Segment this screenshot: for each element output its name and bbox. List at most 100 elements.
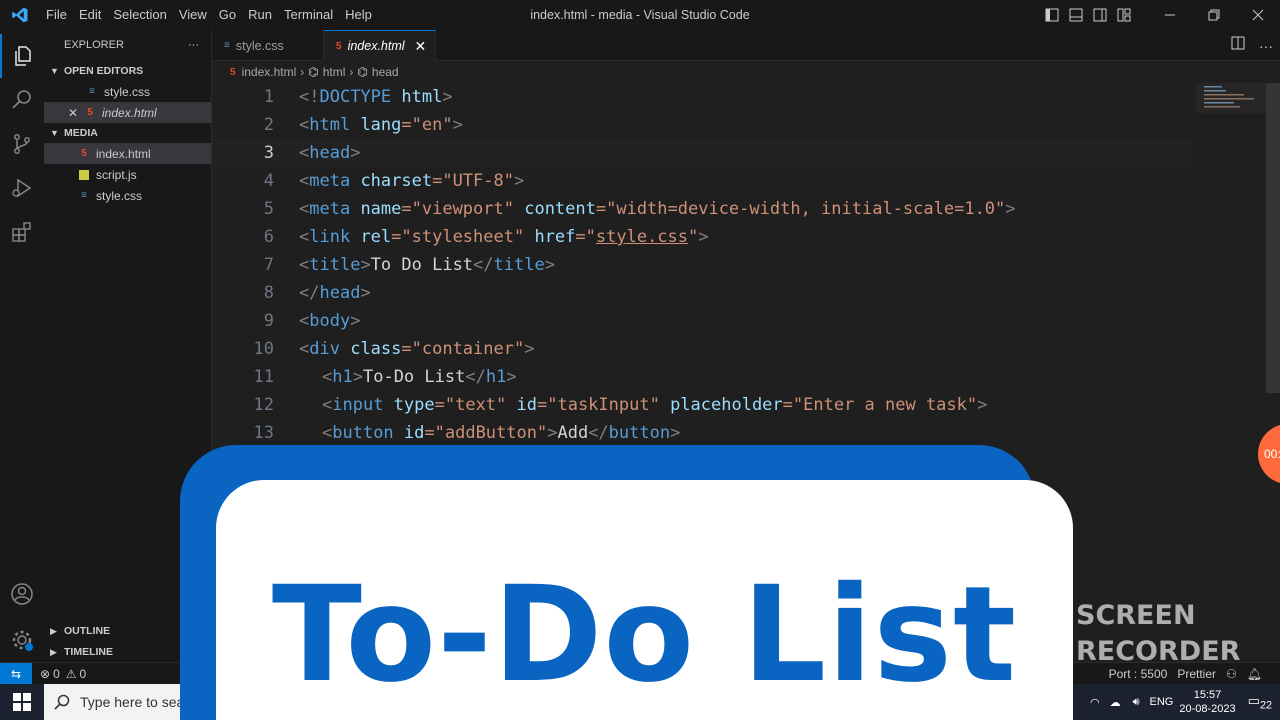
windows-start-icon[interactable] xyxy=(0,684,44,720)
line-number: 11 xyxy=(253,367,274,387)
close-editor-icon[interactable]: ✕ xyxy=(68,106,82,120)
menu-go[interactable]: Go xyxy=(213,0,242,30)
menu-edit[interactable]: Edit xyxy=(73,0,107,30)
menu-run[interactable]: Run xyxy=(242,0,278,30)
more-editor-actions-icon[interactable]: ··· xyxy=(1252,38,1280,54)
breadcrumb-file[interactable]: index.html xyxy=(242,65,297,79)
clock-date: 20-08-2023 xyxy=(1179,703,1236,715)
file-item-style-css[interactable]: ≡ style.css xyxy=(44,185,211,206)
line-content: <meta name="viewport" content="width=dev… xyxy=(299,199,1016,219)
warnings-icon[interactable]: ⚠ xyxy=(66,667,77,681)
folder-label: MEDIA xyxy=(64,127,98,139)
open-editor-label: style.css xyxy=(104,84,151,99)
warning-count[interactable]: 0 xyxy=(80,667,87,681)
screen-recorder-watermark: SCREEN RECORDER xyxy=(1076,598,1240,670)
stylesheet-link[interactable]: style.css xyxy=(596,227,688,247)
line-content: <!DOCTYPE html> xyxy=(299,87,453,107)
chevron-down-icon: ▼ xyxy=(50,66,59,76)
vertical-scrollbar[interactable] xyxy=(1266,83,1280,393)
outline-section[interactable]: ▶ OUTLINE xyxy=(44,621,110,641)
line-content: <button id="addButton">Add</button> xyxy=(322,423,681,443)
line-number: 1 xyxy=(263,87,274,107)
explorer-title: EXPLORER xyxy=(64,39,124,51)
line-number: 9 xyxy=(263,311,274,331)
split-editor-icon[interactable] xyxy=(1224,36,1252,55)
open-editors-label: OPEN EDITORS xyxy=(64,65,144,77)
file-item-index-html[interactable]: 5 index.html xyxy=(44,143,211,164)
source-control-icon[interactable] xyxy=(0,122,44,166)
explorer-header: EXPLORER ··· xyxy=(44,30,211,60)
editor-actions: ··· xyxy=(1224,30,1280,61)
restore-icon[interactable] xyxy=(1192,0,1236,30)
run-debug-icon[interactable] xyxy=(0,166,44,210)
tab-style-css[interactable]: ≡ style.css xyxy=(212,30,324,61)
minimap[interactable] xyxy=(1196,83,1266,123)
chevron-right-icon: › xyxy=(300,65,305,79)
toggle-primary-sidebar-icon[interactable] xyxy=(1040,0,1064,30)
breadcrumb-html[interactable]: html xyxy=(323,65,346,79)
error-count[interactable]: 0 xyxy=(53,667,60,681)
open-editor-item-style-css[interactable]: ≡ style.css xyxy=(44,81,211,102)
search-icon[interactable] xyxy=(0,78,44,122)
wifi-icon[interactable]: ◠ xyxy=(1090,696,1100,709)
toggle-secondary-sidebar-icon[interactable] xyxy=(1088,0,1112,30)
clock-time: 15:57 xyxy=(1193,689,1222,701)
toggle-panel-icon[interactable] xyxy=(1064,0,1088,30)
code-line: 13 <button id="addButton">Add</button> xyxy=(212,419,1192,447)
close-tab-icon[interactable]: ✕ xyxy=(415,38,427,55)
css-file-icon: ≡ xyxy=(224,40,230,51)
chevron-down-icon: ▼ xyxy=(50,128,59,138)
menu-view[interactable]: View xyxy=(173,0,213,30)
open-editor-item-index-html[interactable]: ✕ 5 index.html xyxy=(44,102,211,123)
volume-icon[interactable]: 🔊︎ xyxy=(1133,696,1140,709)
tab-label: index.html xyxy=(347,39,405,53)
element-symbol-icon: ⌬ xyxy=(357,65,368,79)
close-window-icon[interactable] xyxy=(1236,0,1280,30)
line-number: 10 xyxy=(253,339,274,359)
code-line-current: 3 <head> xyxy=(212,139,1192,167)
line-content: <input type="text" id="taskInput" placeh… xyxy=(322,395,988,415)
code-line: 1 <!DOCTYPE html> xyxy=(212,83,1192,111)
account-icon[interactable] xyxy=(0,572,44,616)
extensions-icon[interactable] xyxy=(0,210,44,254)
timeline-label: TIMELINE xyxy=(64,646,113,658)
manage-gear-icon[interactable] xyxy=(0,618,44,662)
line-number: 2 xyxy=(263,115,274,135)
chevron-right-icon: ▶ xyxy=(50,646,57,657)
breadcrumb: 5 index.html › ⌬ html › ⌬ head xyxy=(212,61,1280,83)
timeline-section[interactable]: ▶ TIMELINE xyxy=(44,642,113,662)
more-actions-icon[interactable]: ··· xyxy=(188,39,199,51)
media-folder-section[interactable]: ▼ MEDIA xyxy=(44,123,211,143)
remote-indicator-icon[interactable]: ⇆ xyxy=(0,662,32,685)
line-number: 4 xyxy=(263,171,274,191)
line-number: 12 xyxy=(253,395,274,415)
errors-icon[interactable]: ⊗ xyxy=(40,667,50,681)
html-file-icon: 5 xyxy=(81,148,87,159)
line-number: 5 xyxy=(263,199,274,219)
system-tray: ◠ ☁ 🔊︎ ENG 15:57 20-08-2023 ▭22 xyxy=(1090,684,1280,720)
code-line: 7 <title>To Do List</title> xyxy=(212,251,1192,279)
watermark-line: SCREEN xyxy=(1076,600,1196,631)
minimize-icon[interactable] xyxy=(1148,0,1192,30)
file-label: style.css xyxy=(96,188,143,203)
menu-help[interactable]: Help xyxy=(339,0,378,30)
menu-terminal[interactable]: Terminal xyxy=(278,0,339,30)
code-line: 4 <meta charset="UTF-8"> xyxy=(212,167,1192,195)
file-item-script-js[interactable]: script.js xyxy=(44,164,211,185)
language-indicator[interactable]: ENG xyxy=(1150,696,1174,708)
clock[interactable]: 15:57 20-08-2023 xyxy=(1179,688,1235,716)
explorer-icon[interactable] xyxy=(0,34,44,78)
notifications-bell-icon[interactable]: 🔔︎ xyxy=(1247,667,1262,681)
action-center-icon[interactable]: ▭22 xyxy=(1248,693,1272,712)
tab-index-html[interactable]: 5 index.html ✕ xyxy=(324,30,436,61)
menu-selection[interactable]: Selection xyxy=(107,0,172,30)
onedrive-cloud-icon[interactable]: ☁ xyxy=(1110,696,1121,709)
code-line: 12 <input type="text" id="taskInput" pla… xyxy=(212,391,1192,419)
line-number: 8 xyxy=(263,283,274,303)
customize-layout-icon[interactable] xyxy=(1112,0,1136,30)
open-editors-section[interactable]: ▼ OPEN EDITORS xyxy=(44,61,211,81)
code-line: 5 <meta name="viewport" content="width=d… xyxy=(212,195,1192,223)
breadcrumb-head[interactable]: head xyxy=(372,65,399,79)
css-file-icon: ≡ xyxy=(81,190,87,201)
menu-file[interactable]: File xyxy=(40,0,73,30)
